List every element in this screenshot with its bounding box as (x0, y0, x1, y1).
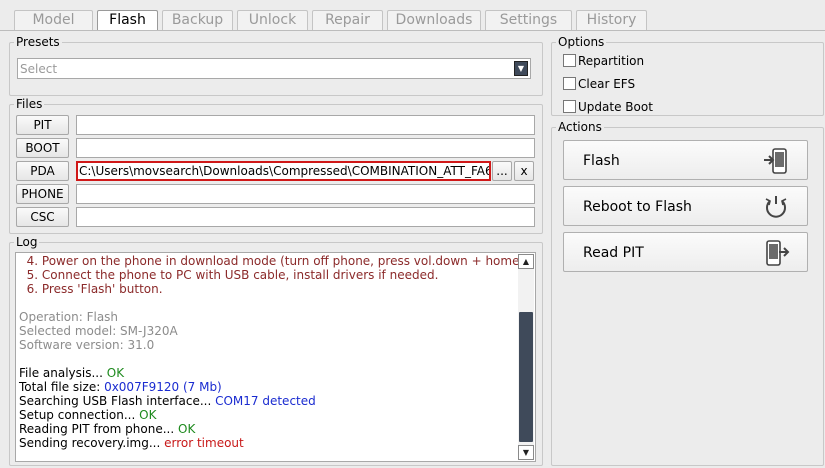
flash-button[interactable]: Flash (563, 140, 808, 180)
phone-arrow-out-icon (766, 240, 790, 266)
tab-history[interactable]: History (576, 10, 647, 30)
options-title: Options (556, 35, 607, 49)
chevron-down-icon[interactable]: ▼ (514, 61, 528, 76)
reboot-to-flash-label: Reboot to Flash (583, 199, 692, 215)
read-pit-button[interactable]: Read PIT (563, 232, 808, 272)
log-segment: File analysis... (19, 366, 107, 380)
log-line: Reading PIT from phone... OK (19, 422, 513, 436)
log-segment: Setup connection... (19, 408, 140, 422)
log-text: 4. Power on the phone in download mode (… (19, 254, 534, 450)
tab-flash[interactable]: Flash (97, 10, 158, 31)
log-segment: 5. Connect the phone to PC with USB cabl… (19, 268, 439, 282)
actions-title: Actions (556, 120, 604, 134)
tab-model[interactable]: Model (14, 10, 93, 30)
reboot-to-flash-button[interactable]: Reboot to Flash (563, 186, 808, 226)
tab-settings[interactable]: Settings (485, 10, 572, 30)
pda-file-input[interactable]: C:\Users\movsearch\Downloads\Compressed\… (76, 161, 491, 181)
repartition-label: Repartition (578, 54, 645, 68)
clear-efs-checkbox[interactable] (563, 77, 576, 90)
log-line: 5. Connect the phone to PC with USB cabl… (19, 268, 513, 282)
presets-title: Presets (14, 35, 62, 49)
log-line: Setup connection... OK (19, 408, 513, 422)
csc-file-input[interactable] (76, 207, 535, 227)
log-segment: 4. Power on the phone in download mode (… (19, 254, 536, 268)
read-pit-label: Read PIT (583, 245, 644, 261)
log-segment: OK (106, 366, 125, 380)
pda-button[interactable]: PDA (16, 161, 69, 181)
clear-efs-label: Clear EFS (578, 77, 636, 91)
log-segment: Sending recovery.img... (19, 436, 165, 450)
update-boot-checkbox[interactable] (563, 100, 576, 113)
log-segment: OK (178, 422, 196, 436)
log-segment: Selected model: SM-J320A (19, 324, 178, 338)
phone-button[interactable]: PHONE (16, 184, 69, 204)
log-segment: Reading PIT from phone... (19, 422, 178, 436)
log-segment: 0x007F9120 (7 Mb) (104, 380, 222, 394)
log-segment: Total file size: (19, 380, 105, 394)
log-segment: Software version: 31.0 (19, 338, 155, 352)
tab-bar: Model Flash Backup Unlock Repair Downloa… (14, 10, 651, 31)
log-segment: OK (139, 408, 157, 422)
pda-browse-button[interactable]: ... (492, 161, 512, 181)
tab-backup[interactable]: Backup (162, 10, 233, 30)
log-segment: 6. Press 'Flash' button. (19, 282, 163, 296)
log-segment: Searching USB Flash interface... (19, 394, 216, 408)
log-segment: COM17 detected (215, 394, 316, 408)
phone-arrow-in-icon (764, 148, 787, 174)
csc-button[interactable]: CSC (16, 207, 69, 227)
log-line: Selected model: SM-J320A (19, 324, 513, 338)
update-boot-label: Update Boot (578, 100, 653, 114)
log-line: 6. Press 'Flash' button. (19, 282, 513, 296)
scroll-thumb[interactable] (519, 312, 533, 442)
tab-unlock[interactable]: Unlock (237, 10, 308, 30)
log-line: Searching USB Flash interface... COM17 d… (19, 394, 513, 408)
log-line: File analysis... OK (19, 366, 513, 380)
presets-placeholder: Select (20, 62, 58, 76)
log-line: Sending recovery.img... error timeout (19, 436, 513, 450)
log-line: Total file size: 0x007F9120 (7 Mb) (19, 380, 513, 394)
tab-downloads[interactable]: Downloads (387, 10, 481, 30)
pit-file-input[interactable] (76, 115, 535, 135)
scroll-down-icon[interactable]: ▼ (518, 445, 534, 460)
log-scrollbar[interactable]: ▲ ▼ (518, 254, 534, 460)
pda-clear-button[interactable]: x (514, 161, 534, 181)
reboot-icon (765, 196, 787, 218)
files-title: Files (14, 97, 45, 111)
log-output[interactable]: 4. Power on the phone in download mode (… (15, 252, 536, 462)
repartition-checkbox[interactable] (563, 54, 576, 67)
boot-button[interactable]: BOOT (16, 138, 69, 158)
scroll-up-icon[interactable]: ▲ (518, 254, 534, 269)
log-title: Log (14, 235, 40, 249)
presets-select[interactable]: Select ▼ (17, 58, 531, 79)
log-segment: Operation: Flash (19, 310, 119, 324)
log-line: Operation: Flash (19, 310, 513, 324)
tab-repair[interactable]: Repair (312, 10, 383, 30)
pit-button[interactable]: PIT (16, 115, 69, 135)
flash-button-label: Flash (583, 153, 620, 169)
tab-divider (0, 30, 825, 31)
log-segment: error timeout (164, 436, 244, 450)
log-line: Software version: 31.0 (19, 338, 513, 352)
log-line: 4. Power on the phone in download mode (… (19, 254, 534, 268)
boot-file-input[interactable] (76, 138, 535, 158)
phone-file-input[interactable] (76, 184, 535, 204)
